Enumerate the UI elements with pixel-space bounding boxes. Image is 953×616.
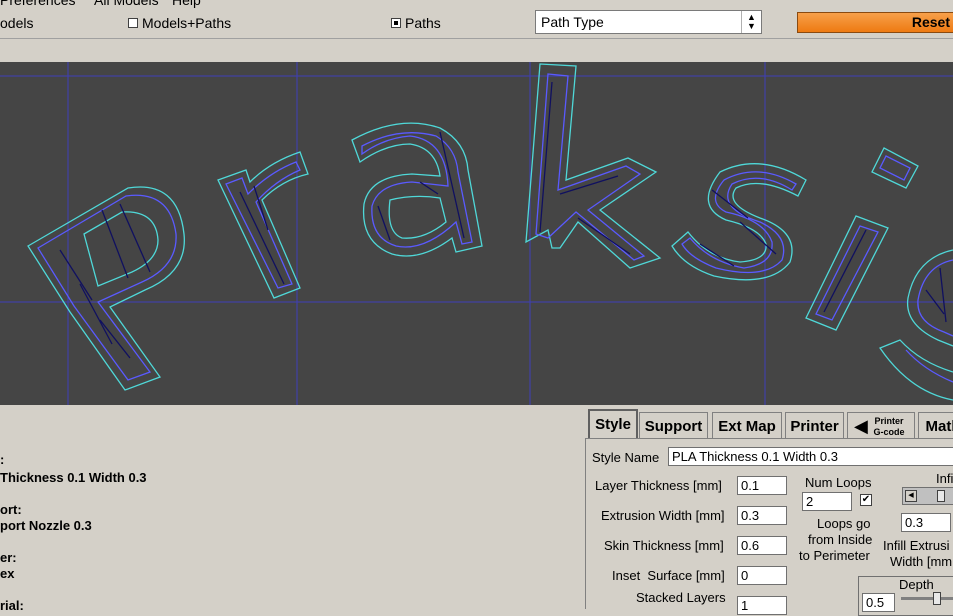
radio-dot-icon bbox=[394, 21, 398, 25]
num-loops-checkbox[interactable]: ✔ bbox=[860, 494, 872, 506]
letter-a-path bbox=[351, 122, 483, 257]
slider-thumb[interactable] bbox=[937, 490, 945, 502]
letter-i-path bbox=[805, 147, 919, 331]
infill-extrusion-line1: Infill Extrusi bbox=[883, 538, 950, 553]
info-style-heading: : bbox=[0, 452, 5, 467]
letter-r-path bbox=[217, 151, 309, 299]
skin-thickness-input[interactable]: 0.6 bbox=[737, 536, 787, 555]
models-paths-checkbox[interactable] bbox=[128, 18, 138, 28]
checkmark-icon: ✔ bbox=[861, 494, 871, 505]
path-type-select[interactable]: Path Type ▲ ▼ bbox=[535, 10, 762, 34]
radio-models-label[interactable]: odels bbox=[0, 15, 33, 31]
loops-inside-line3: to Perimeter bbox=[799, 548, 870, 563]
num-loops-label: Num Loops bbox=[805, 475, 872, 490]
toolbar-separator bbox=[0, 40, 953, 63]
infill-label: Infi bbox=[936, 471, 953, 486]
loops-inside-line2: from Inside bbox=[808, 532, 873, 547]
infill-extrusion-line2: Width [mm bbox=[890, 554, 953, 569]
letter-p-path bbox=[27, 186, 185, 391]
info-printer-value: ex bbox=[0, 566, 15, 581]
tab-style[interactable]: Style bbox=[588, 409, 638, 439]
path-viewport[interactable] bbox=[0, 62, 953, 405]
models-paths-label[interactable]: Models+Paths bbox=[142, 15, 231, 31]
menu-preferences[interactable]: Preferences bbox=[0, 0, 75, 8]
menu-help[interactable]: Help bbox=[172, 0, 201, 8]
tab-math[interactable]: Math bbox=[918, 412, 953, 438]
depth-slider-thumb[interactable] bbox=[933, 592, 941, 605]
letter-s-partial-path bbox=[879, 249, 953, 401]
tab-ext-map[interactable]: Ext Map bbox=[712, 412, 782, 438]
arrow-left-icon: ◀ bbox=[854, 416, 868, 436]
skin-thickness-label: Skin Thickness [mm] bbox=[604, 538, 724, 553]
paths-radio[interactable] bbox=[391, 18, 401, 28]
depth-input[interactable]: 0.5 bbox=[862, 593, 895, 612]
info-support-heading: ort: bbox=[0, 502, 22, 517]
paths-label[interactable]: Paths bbox=[405, 15, 441, 31]
num-loops-input[interactable]: 2 bbox=[802, 492, 852, 511]
updown-arrows-icon: ▲ ▼ bbox=[741, 11, 761, 33]
reset-button[interactable]: Reset bbox=[797, 12, 953, 33]
depth-group: Depth 0.5 bbox=[858, 576, 953, 616]
info-support-value: port Nozzle 0.3 bbox=[0, 518, 92, 533]
letter-s-path bbox=[671, 163, 807, 281]
info-panel: : Thickness 0.1 Width 0.3 ort: port Nozz… bbox=[0, 405, 588, 613]
menu-all-models[interactable]: All Models bbox=[94, 0, 159, 8]
depth-label: Depth bbox=[899, 577, 934, 592]
inset-surface-input[interactable]: 0 bbox=[737, 566, 787, 585]
path-canvas[interactable] bbox=[0, 62, 953, 405]
style-tab-panel: Style Name PLA Thickness 0.1 Width 0.3 L… bbox=[585, 438, 953, 616]
style-name-select[interactable]: PLA Thickness 0.1 Width 0.3 bbox=[668, 447, 953, 466]
letter-k-path bbox=[525, 63, 662, 269]
info-style-value: Thickness 0.1 Width 0.3 bbox=[0, 470, 147, 485]
info-material-heading: rial: bbox=[0, 598, 24, 613]
layer-thickness-input[interactable]: 0.1 bbox=[737, 476, 787, 495]
slider-left-icon[interactable]: ◀ bbox=[905, 490, 917, 502]
loops-inside-line1: Loops go bbox=[817, 516, 871, 531]
infill-slider[interactable]: ◀ bbox=[902, 487, 953, 505]
layer-thickness-label: Layer Thickness [mm] bbox=[595, 478, 722, 493]
depth-slider-track[interactable] bbox=[901, 597, 953, 600]
tab-support[interactable]: Support bbox=[639, 412, 708, 438]
extrusion-width-input[interactable]: 0.3 bbox=[737, 506, 787, 525]
path-type-value: Path Type bbox=[541, 14, 604, 30]
style-name-label: Style Name bbox=[592, 450, 660, 465]
infill-width-input[interactable]: 0.3 bbox=[901, 513, 951, 532]
stacked-layers-input[interactable]: 1 bbox=[737, 596, 787, 615]
inset-surface-label: Inset Surface [mm] bbox=[612, 568, 725, 583]
tab-printer[interactable]: Printer bbox=[785, 412, 844, 438]
menu-bar: Preferences All Models Help bbox=[0, 0, 953, 8]
extrusion-width-label: Extrusion Width [mm] bbox=[601, 508, 725, 523]
info-printer-heading: er: bbox=[0, 550, 17, 565]
stacked-layers-label: Stacked Layers bbox=[636, 590, 726, 605]
